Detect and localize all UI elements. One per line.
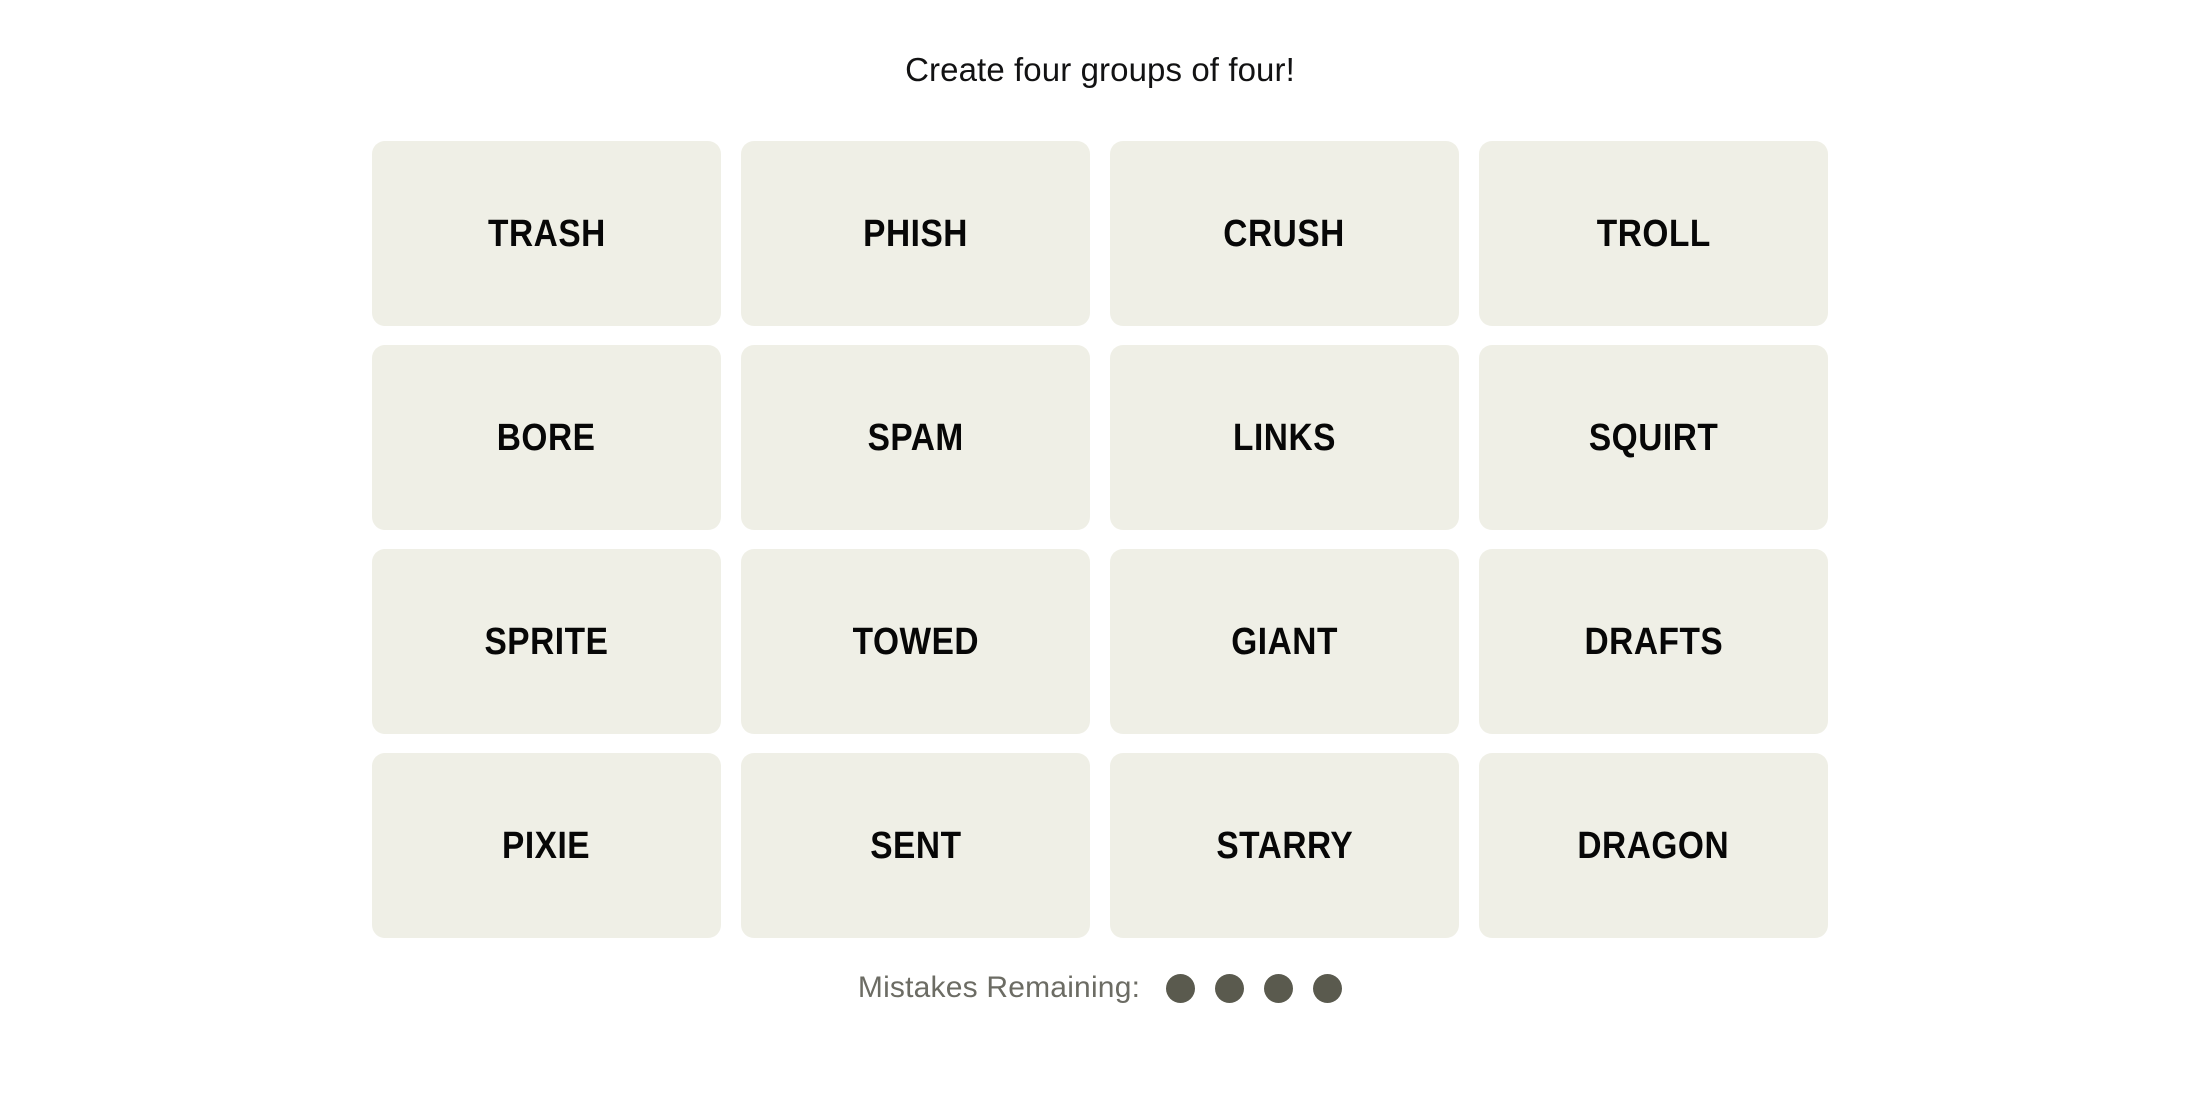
word-tile-label: LINKS — [1233, 416, 1336, 459]
connections-game-page: Create four groups of four! TRASH PHISH … — [0, 0, 2200, 1100]
word-tile-label: DRAFTS — [1584, 620, 1723, 663]
mistake-dot-icon — [1264, 973, 1294, 1003]
word-tile-label: SPRITE — [484, 620, 609, 663]
word-tile[interactable]: SENT — [741, 753, 1090, 939]
word-tile[interactable]: SQUIRT — [1479, 345, 1828, 531]
word-tile[interactable]: TRASH — [372, 141, 721, 327]
word-tile-label: SENT — [869, 824, 962, 867]
mistake-dot-icon — [1166, 973, 1196, 1003]
mistakes-dots — [1166, 973, 1343, 1003]
mistake-dot-icon — [1215, 973, 1245, 1003]
word-tile-label: DRAGON — [1577, 824, 1730, 867]
mistake-dot-icon — [1313, 973, 1343, 1003]
word-tile[interactable]: STARRY — [1110, 753, 1459, 939]
word-tile-label: TROLL — [1596, 212, 1711, 255]
word-tile[interactable]: GIANT — [1110, 549, 1459, 735]
word-tile[interactable]: SPAM — [741, 345, 1090, 531]
word-tile-label: TOWED — [852, 620, 979, 663]
word-tile[interactable]: LINKS — [1110, 345, 1459, 531]
word-tile[interactable]: DRAFTS — [1479, 549, 1828, 735]
word-grid: TRASH PHISH CRUSH TROLL BORE SPAM LINKS … — [372, 141, 1828, 939]
word-tile-label: BORE — [497, 416, 596, 459]
word-tile[interactable]: SPRITE — [372, 549, 721, 735]
word-tile-label: STARRY — [1216, 824, 1353, 867]
word-tile-label: SQUIRT — [1588, 416, 1719, 459]
mistakes-remaining-label: Mistakes Remaining: — [857, 971, 1141, 1005]
word-tile-label: PIXIE — [502, 824, 591, 867]
word-tile-label: SPAM — [867, 416, 964, 459]
mistakes-remaining-bar: Mistakes Remaining: — [857, 971, 1343, 1005]
word-tile-label: TRASH — [487, 212, 606, 255]
word-tile[interactable]: TOWED — [741, 549, 1090, 735]
word-tile[interactable]: TROLL — [1479, 141, 1828, 327]
word-tile[interactable]: DRAGON — [1479, 753, 1828, 939]
word-tile-label: PHISH — [863, 212, 968, 255]
word-tile[interactable]: BORE — [372, 345, 721, 531]
word-tile[interactable]: PIXIE — [372, 753, 721, 939]
word-tile-label: GIANT — [1231, 620, 1338, 663]
word-tile[interactable]: CRUSH — [1110, 141, 1459, 327]
page-title: Create four groups of four! — [905, 51, 1295, 88]
word-tile[interactable]: PHISH — [741, 141, 1090, 327]
word-tile-label: CRUSH — [1223, 212, 1346, 255]
